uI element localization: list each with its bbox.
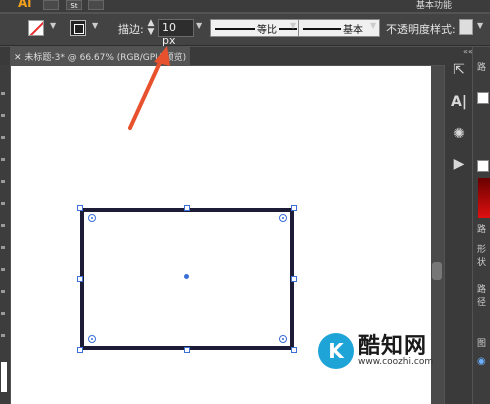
tool-button[interactable] bbox=[1, 158, 5, 161]
tool-button[interactable] bbox=[1, 312, 5, 315]
tool-button[interactable] bbox=[1, 92, 5, 95]
arrange-icon[interactable]: ⇱ bbox=[449, 60, 469, 80]
chevron-down-icon[interactable]: ▼ bbox=[92, 21, 98, 30]
opacity-label[interactable]: 不透明度 bbox=[386, 21, 430, 37]
style-swatch[interactable] bbox=[459, 19, 473, 35]
panel-label: 路 bbox=[477, 225, 487, 235]
watermark-url: www.coozhi.com bbox=[358, 357, 434, 367]
tool-button[interactable] bbox=[1, 224, 5, 227]
stepper-icon[interactable]: ▲ ▼ bbox=[146, 19, 156, 37]
resize-handle[interactable] bbox=[77, 347, 83, 353]
tool-button[interactable] bbox=[1, 114, 5, 117]
close-icon[interactable]: ✕ bbox=[14, 53, 24, 63]
chevron-down-icon[interactable]: ▼ bbox=[477, 21, 483, 30]
live-corner-widget[interactable] bbox=[279, 335, 287, 343]
chevron-down-icon[interactable]: ▼ bbox=[290, 21, 296, 30]
resize-handle[interactable] bbox=[291, 276, 297, 282]
gradient-swatch[interactable] bbox=[478, 178, 490, 218]
tool-button[interactable] bbox=[1, 268, 5, 271]
live-corner-widget[interactable] bbox=[88, 335, 96, 343]
stroke-label: 描边: bbox=[118, 23, 144, 36]
resize-handle[interactable] bbox=[291, 205, 297, 211]
live-corner-widget[interactable] bbox=[279, 214, 287, 222]
menu-button[interactable] bbox=[43, 0, 59, 10]
brush-definition[interactable] bbox=[298, 19, 380, 37]
panel-label: 形状 bbox=[477, 245, 487, 268]
chevron-down-icon[interactable]: ▼ bbox=[370, 21, 376, 30]
tool-button[interactable] bbox=[1, 334, 5, 337]
chevron-down-icon[interactable]: ▼ bbox=[50, 21, 56, 30]
vertical-scrollbar[interactable] bbox=[431, 66, 444, 404]
stroke-weight-field[interactable]: 10 px bbox=[158, 19, 194, 47]
resize-handle[interactable] bbox=[184, 347, 190, 353]
watermark-logo: K bbox=[318, 333, 354, 369]
center-point bbox=[184, 274, 189, 279]
tool-button[interactable] bbox=[1, 290, 5, 293]
none-swatch-icon[interactable] bbox=[477, 160, 489, 172]
panel-label: 路径 bbox=[477, 285, 487, 308]
fill-stroke-proxy[interactable] bbox=[1, 362, 7, 392]
tool-button[interactable] bbox=[1, 180, 5, 183]
workspace-switcher[interactable]: 基本功能 bbox=[416, 0, 452, 11]
live-corner-widget[interactable] bbox=[88, 214, 96, 222]
play-icon[interactable]: ▶ bbox=[449, 154, 469, 174]
brush-label: 基本 bbox=[341, 21, 365, 36]
swatch-icon[interactable] bbox=[477, 92, 489, 104]
profile-label: 等比 bbox=[255, 21, 279, 36]
tool-button[interactable] bbox=[1, 136, 5, 139]
style-label: 样式: bbox=[430, 23, 456, 36]
resize-handle[interactable] bbox=[77, 276, 83, 282]
collapse-icon[interactable]: «« bbox=[463, 47, 473, 56]
tool-button[interactable] bbox=[1, 246, 5, 249]
annotation-arrow-icon bbox=[128, 46, 170, 130]
panel-label: 路 bbox=[477, 63, 487, 73]
resize-handle[interactable] bbox=[291, 347, 297, 353]
tool-button[interactable] bbox=[1, 202, 5, 205]
eye-icon[interactable]: ◉ bbox=[477, 356, 486, 367]
watermark-title: 酷知网 bbox=[358, 334, 428, 359]
fill-icon[interactable] bbox=[28, 20, 44, 36]
panel-label: 图 bbox=[477, 339, 487, 349]
resize-handle[interactable] bbox=[184, 205, 190, 211]
resize-handle[interactable] bbox=[77, 205, 83, 211]
sun-icon[interactable]: ✺ bbox=[449, 124, 469, 144]
stroke-icon[interactable] bbox=[70, 20, 86, 36]
chevron-down-icon[interactable]: ▼ bbox=[196, 21, 202, 30]
scrollbar-thumb[interactable] bbox=[432, 262, 442, 280]
stock-icon[interactable]: St bbox=[66, 0, 82, 10]
layout-icon[interactable] bbox=[88, 0, 104, 10]
app-logo: Ai bbox=[18, 0, 32, 10]
selected-rectangle[interactable] bbox=[80, 208, 294, 350]
character-icon[interactable]: A| bbox=[449, 92, 469, 112]
